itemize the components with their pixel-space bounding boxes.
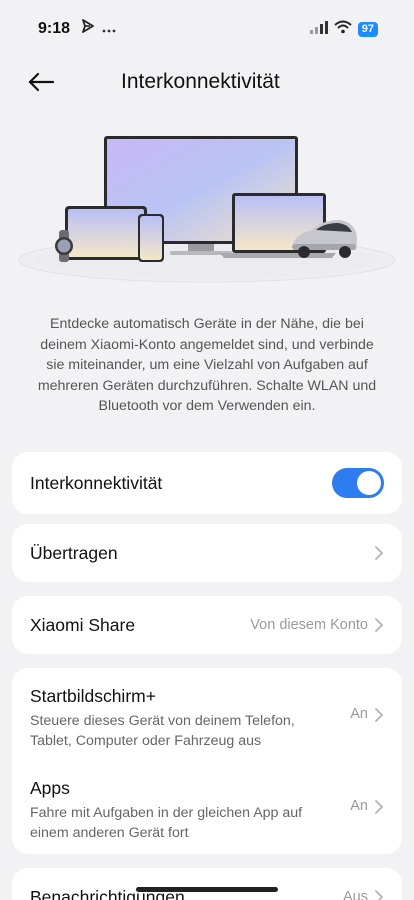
interconnectivity-toggle[interactable] [332,468,384,498]
chevron-right-icon [375,618,383,632]
send-icon [82,19,94,38]
status-right-icons: 97 [309,20,378,39]
interconnectivity-card: Interkonnektivität [12,452,402,514]
apps-value: An [350,798,368,814]
back-arrow-icon [28,72,54,92]
toggle-knob [357,471,381,495]
apps-description: Fahre mit Aufgaben in der gleichen App a… [30,805,303,841]
notifications-row[interactable]: Benachrichtigungen Aus [12,868,402,900]
xiaomi-share-label: Xiaomi Share [30,614,136,635]
feature-description: Entdecke automatisch Geräte in der Nähe,… [37,316,377,414]
chevron-right-icon [375,546,383,560]
chevron-right-icon [375,890,383,900]
status-bar: 9:18 97 [0,0,414,56]
chevron-right-icon [375,708,383,722]
interconnectivity-row[interactable]: Interkonnektivität [12,452,402,514]
status-left-icons [82,19,116,38]
home-screen-value: An [350,706,368,722]
devices-illustration [0,122,414,294]
signal-icon [309,20,328,39]
page-title: Interkonnektivität [121,70,280,93]
notifications-card: Benachrichtigungen Aus [12,868,402,900]
xiaomi-share-row[interactable]: Xiaomi Share Von diesem Konto [12,596,402,654]
status-time: 9:18 [38,20,71,37]
header: Interkonnektivität [0,60,414,104]
continuity-card: Startbildschirm+ Steuere dieses Gerät vo… [12,668,402,854]
home-indicator[interactable] [136,887,278,892]
chevron-right-icon [375,800,383,814]
transfer-card: Übertragen [12,524,402,582]
apps-label: Apps [30,778,70,798]
xiaomi-share-card: Xiaomi Share Von diesem Konto [12,596,402,654]
interconnectivity-label: Interkonnektivität [30,472,163,493]
home-screen-row[interactable]: Startbildschirm+ Steuere dieses Gerät vo… [12,668,402,760]
home-screen-label: Startbildschirm+ [30,686,156,706]
transfer-row[interactable]: Übertragen [12,524,402,582]
xiaomi-share-value: Von diesem Konto [250,617,368,633]
more-dots-icon [102,20,116,38]
notifications-value: Aus [343,889,368,900]
battery-indicator: 97 [357,22,378,37]
home-screen-description: Steuere dieses Gerät von deinem Telefon,… [30,713,295,749]
phone-device [138,214,164,262]
tablet-device [65,206,147,260]
apps-row[interactable]: Apps Fahre mit Aufgaben in der gleichen … [12,760,402,854]
wifi-icon [334,20,352,39]
transfer-label: Übertragen [30,542,118,563]
back-button[interactable] [26,68,56,96]
